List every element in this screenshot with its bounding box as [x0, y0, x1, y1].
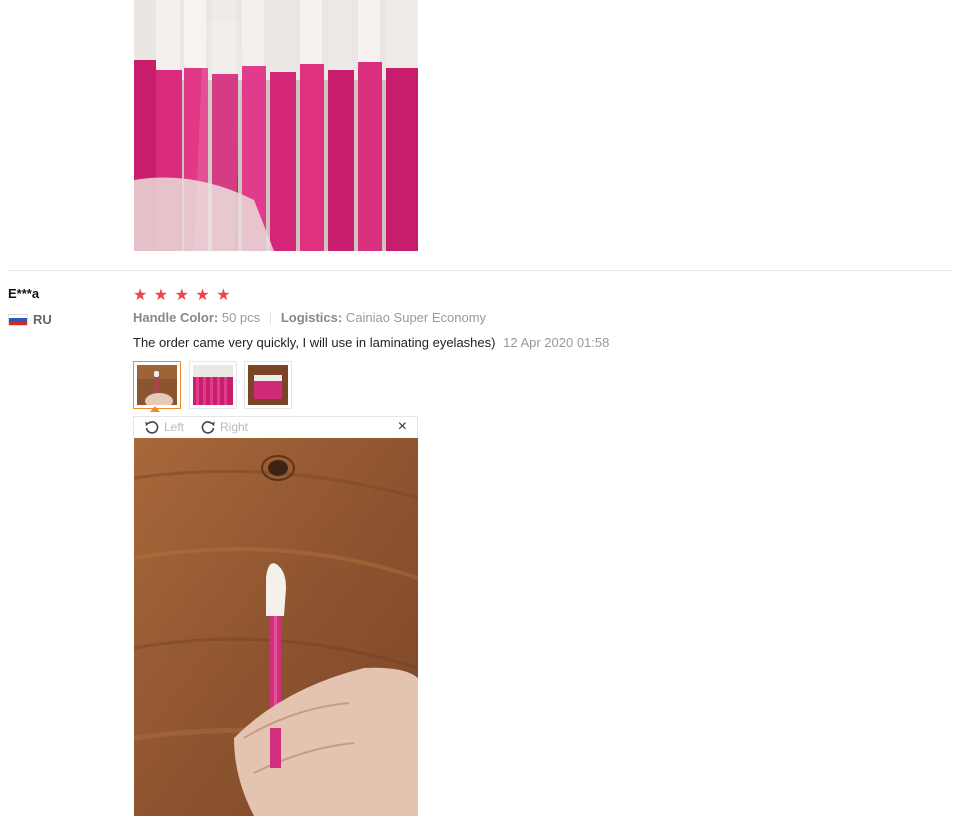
review-thumbnail-2[interactable]: [189, 361, 237, 409]
reviewer-country: RU: [33, 312, 52, 327]
review-thumbnail-1[interactable]: [133, 361, 181, 409]
reviewer-name: E***a: [8, 286, 40, 301]
handle-color-value: 50 pcs: [221, 310, 261, 325]
star-icon: ★: [174, 287, 190, 304]
logistics-value: Cainiao Super Economy: [345, 310, 487, 325]
rating-stars: ★ ★ ★ ★ ★: [133, 285, 232, 305]
close-icon: ×: [397, 418, 407, 435]
handle-color-label: Handle Color:: [133, 310, 219, 325]
star-icon: ★: [195, 287, 211, 304]
pink-brushes-in-bag-image: [134, 0, 418, 251]
logistics-label: Logistics:: [280, 310, 343, 325]
review-body: The order came very quickly, I will use …: [133, 335, 609, 350]
rotate-left-icon: [145, 421, 159, 434]
rotate-right-icon: [201, 421, 215, 434]
rotate-left-label: Left: [164, 420, 185, 434]
review-date: 12 Apr 2020 01:58: [503, 335, 610, 350]
review-text: The order came very quickly, I will use …: [133, 335, 496, 350]
star-icon: ★: [133, 287, 149, 304]
review-divider: [8, 270, 952, 271]
rotate-right-label: Right: [220, 420, 249, 434]
active-thumbnail-indicator: [150, 406, 160, 412]
order-attributes: Handle Color: 50 pcs | Logistics: Cainia…: [133, 310, 486, 325]
close-viewer-button[interactable]: ×: [398, 418, 407, 436]
attribute-separator: |: [268, 310, 273, 325]
russia-flag-icon: [8, 314, 28, 326]
star-icon: ★: [216, 287, 232, 304]
rotate-left-button[interactable]: Left: [144, 419, 184, 435]
brush-bundle-thumbnail-image: [193, 365, 233, 405]
review-thumbnail-3[interactable]: [244, 361, 292, 409]
brush-in-hand-thumbnail-image: [137, 365, 177, 405]
star-icon: ★: [153, 287, 170, 304]
image-viewer-toolbar: Left Right ×: [133, 416, 418, 438]
previous-review-photo[interactable]: [134, 0, 418, 251]
brushes-on-table-thumbnail-image: [248, 365, 288, 405]
rotate-right-button[interactable]: Right: [200, 419, 248, 435]
enlarged-review-photo[interactable]: [134, 438, 418, 816]
brush-held-in-hand-image: [134, 438, 418, 816]
